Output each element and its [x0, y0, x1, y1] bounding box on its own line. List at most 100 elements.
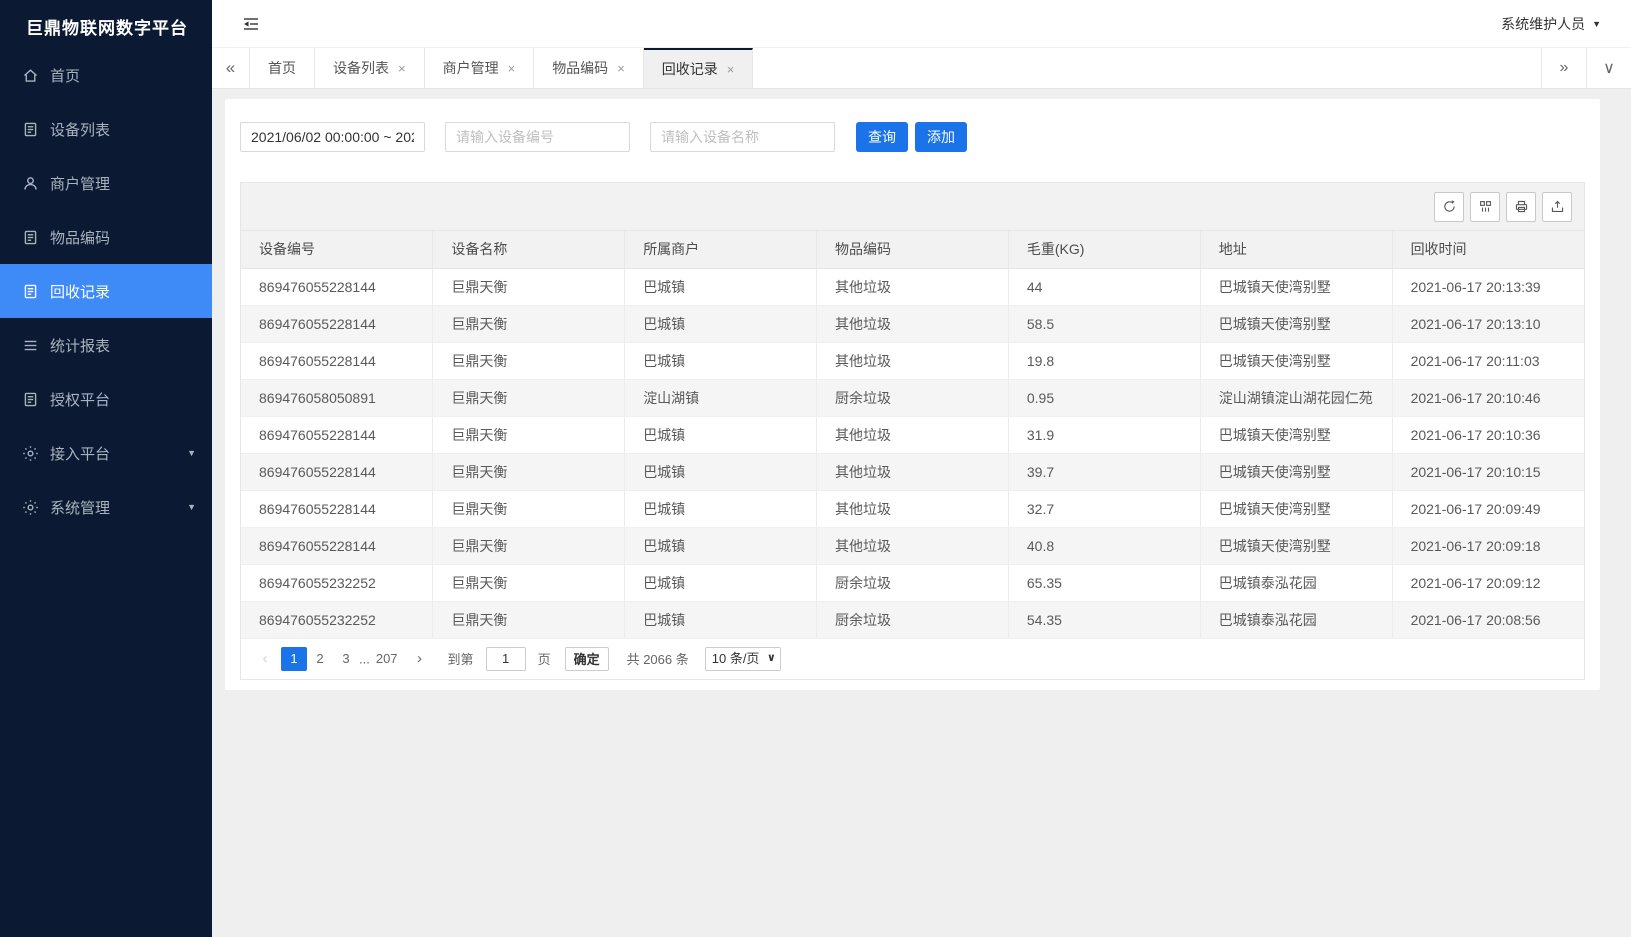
- tab-label: 首页: [268, 58, 296, 78]
- home-icon: [22, 67, 39, 84]
- table-row: 869476055232252巨鼎天衡巴城镇厨余垃圾65.35巴城镇泰泓花园20…: [241, 564, 1584, 601]
- sidebar-item-item-code[interactable]: 物品编码: [0, 210, 212, 264]
- confirm-button[interactable]: 确定: [565, 647, 609, 671]
- sidebar-item-label: 统计报表: [50, 335, 110, 356]
- table-cell: 巴城镇泰泓花园: [1200, 564, 1392, 601]
- tabbar: « 首页 设备列表 × 商户管理 × 物品编码 × 回收记录: [212, 48, 1631, 89]
- table-cell: 2021-06-17 20:09:12: [1392, 564, 1584, 601]
- sidebar-item-label: 接入平台: [50, 443, 110, 464]
- date-range-input[interactable]: [240, 122, 425, 152]
- table-cell: 巨鼎天衡: [433, 416, 625, 453]
- print-icon[interactable]: [1506, 192, 1536, 222]
- page-ellipsis: ...: [359, 651, 370, 666]
- export-icon[interactable]: [1542, 192, 1572, 222]
- table-cell: 869476055228144: [241, 268, 433, 305]
- add-button[interactable]: 添加: [915, 122, 967, 152]
- tab-scroll-left-icon[interactable]: «: [212, 48, 250, 88]
- app-root: 巨鼎物联网数字平台 首页 设备列表 商户管理 物品编码 回收记录: [0, 0, 1631, 937]
- table-header-row: 设备编号设备名称所属商户物品编码毛重(KG)地址回收时间: [241, 231, 1584, 268]
- columns-filter-icon[interactable]: [1470, 192, 1500, 222]
- table-cell: 19.8: [1008, 342, 1200, 379]
- close-icon[interactable]: ×: [398, 61, 406, 76]
- document-list-icon: [22, 283, 39, 300]
- table-row: 869476055228144巨鼎天衡巴城镇其他垃圾31.9巴城镇天使湾别墅20…: [241, 416, 1584, 453]
- sidebar-item-device-list[interactable]: 设备列表: [0, 102, 212, 156]
- sidebar-item-auth-platform[interactable]: 授权平台: [0, 372, 212, 426]
- sidebar-item-statistics[interactable]: 统计报表: [0, 318, 212, 372]
- table-cell: 2021-06-17 20:13:39: [1392, 268, 1584, 305]
- page-button[interactable]: 2: [307, 647, 333, 671]
- table-row: 869476055228144巨鼎天衡巴城镇其他垃圾40.8巴城镇天使湾别墅20…: [241, 527, 1584, 564]
- close-icon[interactable]: ×: [508, 61, 516, 76]
- table-cell: 2021-06-17 20:10:15: [1392, 453, 1584, 490]
- page-size-select-wrap: 10 条/页 ∨: [705, 647, 781, 671]
- jump-page-input[interactable]: [486, 647, 526, 671]
- user-menu[interactable]: 系统维护人员 ▼: [1501, 14, 1601, 34]
- prev-page-icon[interactable]: ‹: [253, 647, 277, 671]
- device-name-input[interactable]: [650, 122, 835, 152]
- table-cell: 31.9: [1008, 416, 1200, 453]
- tab-merchant[interactable]: 商户管理 ×: [425, 48, 535, 88]
- table-cell: 巴城镇: [625, 564, 817, 601]
- table-cell: 巴城镇天使湾别墅: [1200, 453, 1392, 490]
- table-row: 869476055228144巨鼎天衡巴城镇其他垃圾19.8巴城镇天使湾别墅20…: [241, 342, 1584, 379]
- table-cell: 2021-06-17 20:10:36: [1392, 416, 1584, 453]
- table-cell: 32.7: [1008, 490, 1200, 527]
- close-icon[interactable]: ×: [617, 61, 625, 76]
- table-cell: 其他垃圾: [817, 453, 1009, 490]
- refresh-icon[interactable]: [1434, 192, 1464, 222]
- column-header: 地址: [1200, 231, 1392, 268]
- table-cell: 2021-06-17 20:09:18: [1392, 527, 1584, 564]
- tab-item-code[interactable]: 物品编码 ×: [534, 48, 644, 88]
- sidebar-item-label: 物品编码: [50, 227, 110, 248]
- table-cell: 厨余垃圾: [817, 379, 1009, 416]
- table-cell: 巴城镇天使湾别墅: [1200, 268, 1392, 305]
- table-cell: 58.5: [1008, 305, 1200, 342]
- tab-recycle-records[interactable]: 回收记录 ×: [644, 48, 754, 88]
- table-body: 869476055228144巨鼎天衡巴城镇其他垃圾44巴城镇天使湾别墅2021…: [241, 268, 1584, 638]
- sidebar-item-recycle-records[interactable]: 回收记录: [0, 264, 212, 318]
- page-size-select[interactable]: 10 条/页: [705, 647, 781, 671]
- page-button[interactable]: 1: [281, 647, 307, 671]
- tab-list: 首页 设备列表 × 商户管理 × 物品编码 × 回收记录 ×: [250, 48, 1541, 88]
- table-row: 869476055228144巨鼎天衡巴城镇其他垃圾44巴城镇天使湾别墅2021…: [241, 268, 1584, 305]
- pagination: ‹ 123...207 › 到第 页 确定 共 2066 条 10 条/页 ∨: [241, 639, 1584, 679]
- sidebar-item-access-platform[interactable]: 接入平台 ▼: [0, 426, 212, 480]
- tab-scroll-right-icon[interactable]: »: [1541, 48, 1586, 88]
- page-button[interactable]: 3: [333, 647, 359, 671]
- device-no-input[interactable]: [445, 122, 630, 152]
- column-header: 物品编码: [817, 231, 1009, 268]
- table-cell: 巴城镇天使湾别墅: [1200, 342, 1392, 379]
- records-card: 查询 添加: [225, 99, 1600, 690]
- tab-device-list[interactable]: 设备列表 ×: [315, 48, 425, 88]
- table-cell: 巴城镇天使湾别墅: [1200, 490, 1392, 527]
- table-cell: 巴城镇: [625, 268, 817, 305]
- table-cell: 厨余垃圾: [817, 564, 1009, 601]
- page-button[interactable]: 207: [370, 647, 404, 671]
- chevron-down-icon: ▼: [1592, 19, 1601, 29]
- table-cell: 869476058050891: [241, 379, 433, 416]
- tab-home[interactable]: 首页: [250, 48, 315, 88]
- table-cell: 厨余垃圾: [817, 601, 1009, 638]
- sidebar-item-label: 授权平台: [50, 389, 110, 410]
- sidebar-item-merchant[interactable]: 商户管理: [0, 156, 212, 210]
- table-cell: 巨鼎天衡: [433, 564, 625, 601]
- table-row: 869476055228144巨鼎天衡巴城镇其他垃圾32.7巴城镇天使湾别墅20…: [241, 490, 1584, 527]
- search-button[interactable]: 查询: [856, 122, 908, 152]
- next-page-icon[interactable]: ›: [408, 647, 432, 671]
- table-cell: 巴城镇: [625, 601, 817, 638]
- sidebar-item-system-management[interactable]: 系统管理 ▼: [0, 480, 212, 534]
- tab-menu-icon[interactable]: ∨: [1586, 48, 1631, 88]
- table-cell: 巴城镇泰泓花园: [1200, 601, 1392, 638]
- close-icon[interactable]: ×: [727, 62, 735, 77]
- table-cell: 其他垃圾: [817, 527, 1009, 564]
- table-cell: 54.35: [1008, 601, 1200, 638]
- sidebar-item-home[interactable]: 首页: [0, 48, 212, 102]
- table-cell: 其他垃圾: [817, 268, 1009, 305]
- table-cell: 巨鼎天衡: [433, 490, 625, 527]
- table-cell: 869476055232252: [241, 564, 433, 601]
- main-area: 系统维护人员 ▼ « 首页 设备列表 × 商户管理 × 物品编码: [212, 0, 1631, 937]
- collapse-sidebar-button[interactable]: [242, 13, 264, 35]
- sidebar-item-label: 系统管理: [50, 497, 110, 518]
- jump-label-before: 到第: [448, 649, 474, 668]
